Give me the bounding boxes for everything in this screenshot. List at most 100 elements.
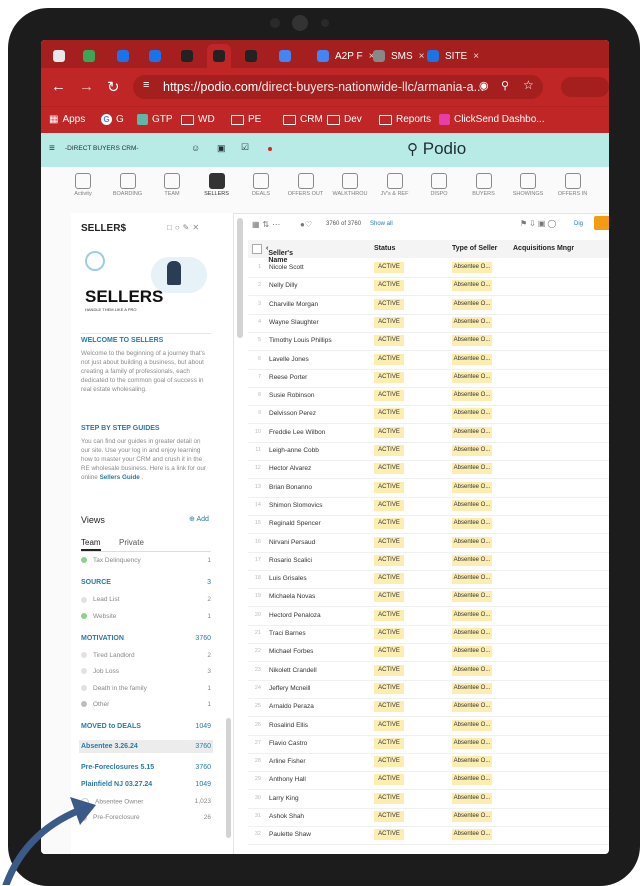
table-row[interactable]: 27 Flavio Castro ACTIVE Absentee O...	[248, 735, 609, 754]
seller-type-badge[interactable]: Absentee O...	[452, 298, 492, 310]
show-all-link[interactable]: Show all	[370, 221, 393, 227]
bookmark-item[interactable]: PE	[231, 114, 261, 125]
seller-name-cell[interactable]: Freddie Lee Wilbon	[269, 429, 325, 436]
browser-tab[interactable]	[77, 44, 101, 68]
seller-type-badge[interactable]: Absentee O...	[452, 646, 492, 658]
app-tab[interactable]: JV's & REF	[375, 173, 415, 197]
podio-logo[interactable]: ⚲ Podio	[407, 139, 466, 159]
table-row[interactable]: 20 Hectord Penaloza ACTIVE Absentee O...	[248, 607, 609, 626]
seller-name-cell[interactable]: Hector Alvarez	[269, 465, 311, 472]
status-badge[interactable]: ACTIVE	[374, 280, 404, 292]
table-row[interactable]: 25 Arnaldo Peraza ACTIVE Absentee O...	[248, 698, 609, 718]
table-row[interactable]: 26 Rosalind Ellis ACTIVE Absentee O...	[248, 717, 609, 736]
view-group[interactable]: SOURCE 3	[81, 579, 211, 586]
column-header-acq[interactable]: Acquisitions Mngr	[513, 245, 574, 252]
seller-type-badge[interactable]: Absentee O...	[452, 719, 492, 731]
seller-type-badge[interactable]: Absentee O...	[452, 499, 492, 511]
status-badge[interactable]: ACTIVE	[374, 737, 404, 749]
seller-name-cell[interactable]: Delvisson Perez	[269, 410, 316, 417]
bookmark-item[interactable]: WD	[181, 114, 215, 125]
tab-team[interactable]: Team	[81, 538, 101, 551]
browser-tab[interactable]	[111, 44, 135, 68]
seller-type-badge[interactable]: Absentee O...	[452, 390, 492, 402]
back-icon[interactable]: ←	[51, 78, 66, 95]
table-row[interactable]: 7 Reese Porter ACTIVE Absentee O...	[248, 369, 609, 388]
seller-name-cell[interactable]: Michael Forbes	[269, 648, 313, 655]
app-tab[interactable]: Activity	[63, 173, 103, 197]
app-tab[interactable]: TEAM	[152, 173, 192, 197]
seller-type-badge[interactable]: Absentee O...	[452, 573, 492, 585]
table-row[interactable]: 5 Timothy Louis Phillips ACTIVE Absentee O.…	[248, 332, 609, 352]
sidebar-scrollbar-lower[interactable]	[226, 718, 231, 838]
app-tab[interactable]: DISPO	[419, 173, 459, 197]
seller-type-badge[interactable]: Absentee O...	[452, 737, 492, 749]
seller-name-cell[interactable]: Susie Robinson	[269, 392, 315, 399]
table-row[interactable]: 31 Ashok Shah ACTIVE Absentee O...	[248, 808, 609, 827]
seller-type-badge[interactable]: Absentee O...	[452, 262, 492, 273]
app-tab[interactable]: WALKTHROU	[330, 173, 370, 197]
table-row[interactable]: 19 Michaela Novas ACTIVE Absentee O...	[248, 588, 609, 608]
table-row[interactable]: 15 Reginald Spencer ACTIVE Absentee O...	[248, 515, 609, 535]
seller-type-badge[interactable]: Absentee O...	[452, 792, 492, 804]
seller-type-badge[interactable]: Absentee O...	[452, 335, 492, 347]
status-badge[interactable]: ACTIVE	[374, 335, 404, 347]
layout-icons[interactable]: ▦⇅⋯	[252, 220, 283, 229]
seller-type-badge[interactable]: Absentee O...	[452, 664, 492, 676]
status-badge[interactable]: ACTIVE	[374, 701, 404, 713]
seller-name-cell[interactable]: Nikolett Crandell	[269, 667, 317, 674]
bookmark-item[interactable]: GTP	[137, 114, 173, 125]
status-badge[interactable]: ACTIVE	[374, 499, 404, 511]
bookmark-star-icon[interactable]: ☆	[523, 78, 534, 92]
seller-name-cell[interactable]: Traci Barnes	[269, 630, 306, 637]
status-badge[interactable]: ACTIVE	[374, 353, 404, 365]
seller-type-badge[interactable]: Absentee O...	[452, 811, 492, 822]
seller-name-cell[interactable]: Arnaldo Peraza	[269, 703, 314, 710]
status-badge[interactable]: ACTIVE	[374, 811, 404, 822]
browser-tab[interactable]	[207, 44, 231, 68]
status-badge[interactable]: ACTIVE	[374, 390, 404, 402]
seller-name-cell[interactable]: Brian Bonanno	[269, 484, 312, 491]
sidebar-scrollbar[interactable]	[237, 218, 243, 338]
status-badge[interactable]: ACTIVE	[374, 609, 404, 621]
seller-type-badge[interactable]: Absentee O...	[452, 316, 492, 328]
table-row[interactable]: 12 Hector Alvarez ACTIVE Absentee O...	[248, 460, 609, 480]
seller-type-badge[interactable]: Absentee O...	[452, 609, 492, 621]
status-badge[interactable]: ACTIVE	[374, 445, 404, 456]
status-badge[interactable]: ACTIVE	[374, 371, 404, 383]
view-group[interactable]: Absentee 3.26.24 3760	[79, 740, 213, 754]
view-group[interactable]: Plainfield NJ 03.27.24 1049	[81, 781, 211, 788]
seller-type-badge[interactable]: Absentee O...	[452, 829, 492, 841]
browser-tab[interactable]	[239, 44, 263, 68]
table-row[interactable]: 24 Jeffery Mcneill ACTIVE Absentee O...	[248, 680, 609, 699]
seller-type-badge[interactable]: Absentee O...	[452, 408, 492, 420]
bookmark-item[interactable]: Reports	[379, 114, 431, 125]
table-row[interactable]: 9 Delvisson Perez ACTIVE Absentee O...	[248, 405, 609, 425]
seller-name-cell[interactable]: Rosalind Ellis	[269, 722, 308, 729]
table-row[interactable]: 29 Anthony Hall ACTIVE Absentee O...	[248, 771, 609, 791]
site-settings-icon[interactable]: ≡	[143, 79, 149, 91]
view-item[interactable]: Tax Delinquency 1	[81, 557, 211, 564]
seller-name-cell[interactable]: Nicole Scott	[269, 264, 304, 271]
status-badge[interactable]: ACTIVE	[374, 481, 404, 493]
status-badge[interactable]: ACTIVE	[374, 316, 404, 328]
status-badge[interactable]: ACTIVE	[374, 554, 404, 566]
tasks-icon[interactable]: ☑	[241, 142, 249, 153]
app-tab[interactable]: OFFERS IN	[553, 173, 593, 197]
seller-name-cell[interactable]: Jeffery Mcneill	[269, 685, 310, 692]
status-badge[interactable]: ACTIVE	[374, 792, 404, 804]
table-row[interactable]: 4 Wayne Slaughter ACTIVE Absentee O...	[248, 314, 609, 333]
browser-tab[interactable]	[47, 44, 71, 68]
seller-name-cell[interactable]: Paulette Shaw	[269, 831, 311, 838]
seller-name-cell[interactable]: Hectord Penaloza	[269, 612, 321, 619]
status-badge[interactable]: ACTIVE	[374, 426, 404, 438]
menu-icon[interactable]: ≡	[49, 143, 55, 154]
status-badge[interactable]: ACTIVE	[374, 591, 404, 603]
seller-type-badge[interactable]: Absentee O...	[452, 756, 492, 768]
extension-icons[interactable]	[561, 77, 609, 97]
seller-name-cell[interactable]: Nelly Dilly	[269, 282, 298, 289]
table-row[interactable]: 13 Brian Bonanno ACTIVE Absentee O...	[248, 479, 609, 498]
table-row[interactable]: 8 Susie Robinson ACTIVE Absentee O...	[248, 387, 609, 407]
view-item[interactable]: Other 1	[81, 701, 211, 708]
status-badge[interactable]: ACTIVE	[374, 628, 404, 639]
column-header-type[interactable]: Type of Seller	[452, 245, 497, 252]
